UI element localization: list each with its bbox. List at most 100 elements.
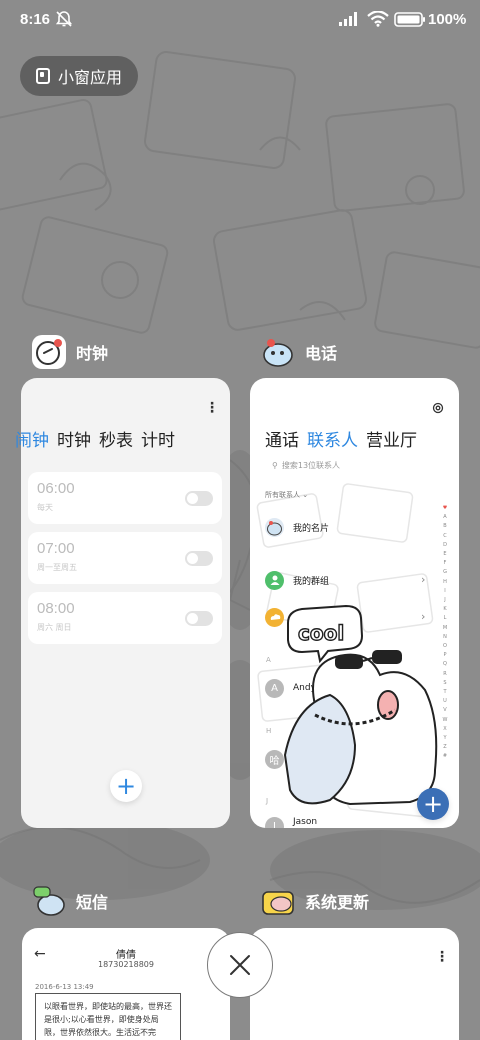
bell-off-icon [55, 11, 73, 27]
sms-app-icon [32, 884, 66, 918]
alphabet-index-letter[interactable]: H [441, 578, 449, 587]
alarm-time: 06:00 [37, 480, 75, 497]
alphabet-index-letter[interactable]: X [441, 725, 449, 734]
alphabet-index-letter[interactable]: Q [441, 660, 449, 669]
update-app-icon [261, 884, 295, 918]
small-window-icon [36, 68, 50, 84]
status-time: 8:16 [20, 11, 51, 28]
alphabet-index-letter[interactable]: M [441, 624, 449, 633]
tab-service-hall[interactable]: 营业厅 [366, 426, 417, 451]
search-icon: ⚲ [272, 461, 278, 470]
alphabet-index[interactable]: ♥ A B C D E F G H I J K L M N O P Q R S T U V W X Y Z # [441, 504, 449, 762]
my-card-avatar [265, 517, 284, 537]
sms-date: 2016-6-13 13:49 [35, 983, 94, 991]
battery-percent: 100% [428, 11, 467, 28]
alphabet-index-letter[interactable]: B [441, 522, 449, 531]
tab-contacts[interactable]: 联系人 [307, 426, 358, 451]
alphabet-index-letter[interactable]: Z [441, 743, 449, 752]
alarm-toggle[interactable] [185, 491, 213, 506]
phone-tabs: 通话 联系人 营业厅 [265, 426, 417, 451]
alarm-toggle[interactable] [185, 611, 213, 626]
groups-row[interactable]: 我的群组 [265, 569, 329, 591]
add-alarm-button[interactable]: + [110, 770, 142, 802]
clock-app-icon [32, 335, 66, 369]
sticker-text: cool [298, 621, 344, 645]
alphabet-index-letter[interactable]: L [441, 614, 449, 623]
alphabet-index-letter[interactable]: W [441, 716, 449, 725]
tab-timer[interactable]: 计时 [141, 426, 175, 451]
chevron-down-icon: ⌄ [302, 491, 309, 499]
alphabet-index-letter[interactable]: Y [441, 734, 449, 743]
alphabet-index-letter[interactable]: C [441, 532, 449, 541]
alarm-item[interactable]: 06:00 每天 [28, 472, 222, 524]
phone-app-header[interactable]: 电话 [261, 335, 337, 369]
close-all-button[interactable] [207, 932, 273, 998]
contact-label: 我的群组 [293, 576, 330, 587]
alphabet-index-letter[interactable]: N [441, 633, 449, 642]
sms-contact-number: 18730218809 [98, 960, 154, 969]
section-letter: J [266, 797, 269, 805]
signal-icon [339, 12, 357, 26]
tab-alarm[interactable]: 闹钟 [15, 426, 49, 451]
tab-clock[interactable]: 时钟 [57, 426, 91, 451]
alarm-time: 08:00 [37, 600, 75, 617]
alarm-time: 07:00 [37, 540, 75, 557]
phone-app-name: 电话 [305, 344, 338, 363]
alphabet-index-letter[interactable]: K [441, 605, 449, 614]
sms-message-bubble: 以眼看世界，即使站的最高，世界还是很小;以心看世界，即使身处局限，世界依然很大。… [35, 993, 181, 1040]
alphabet-index-letter[interactable]: S [441, 679, 449, 688]
tab-calls[interactable]: 通话 [265, 426, 299, 451]
section-letter: H [266, 727, 272, 735]
alarm-item[interactable]: 07:00 周一至周五 [28, 532, 222, 584]
alphabet-index-letter[interactable]: O [441, 642, 449, 651]
alarm-item[interactable]: 08:00 周六 周日 [28, 592, 222, 644]
clock-app-name: 时钟 [76, 344, 109, 363]
battery-icon [394, 12, 425, 27]
add-contact-button[interactable]: + [417, 788, 449, 820]
alphabet-index-letter[interactable]: A [441, 513, 449, 522]
update-app-header[interactable]: 系统更新 [261, 884, 369, 918]
alphabet-index-letter[interactable]: # [441, 752, 449, 761]
alphabet-index-letter[interactable]: E [441, 550, 449, 559]
alphabet-index-letter[interactable]: J [441, 596, 449, 605]
chevron-right-icon: › [421, 573, 426, 586]
alphabet-index-letter[interactable]: V [441, 706, 449, 715]
small-window-label: 小窗应用 [58, 68, 123, 87]
update-app-card[interactable] [250, 928, 459, 1040]
status-bar: 8:16 100% [0, 0, 480, 42]
alphabet-index-letter[interactable]: G [441, 568, 449, 577]
clock-app-header[interactable]: 时钟 [32, 335, 108, 369]
update-app-name: 系统更新 [305, 893, 370, 912]
alarm-toggle[interactable] [185, 551, 213, 566]
contact-label: 我的名片 [293, 523, 330, 534]
phone-app-icon [261, 335, 295, 369]
sms-app-header[interactable]: 短信 [32, 884, 108, 918]
wifi-icon [367, 11, 389, 27]
alarm-repeat: 周一至周五 [37, 563, 77, 572]
group-icon [265, 570, 284, 590]
tab-stopwatch[interactable]: 秒表 [99, 426, 133, 451]
section-letter: A [266, 656, 271, 664]
alphabet-index-letter[interactable]: F [441, 559, 449, 568]
sms-contact-name: 倩倩 [116, 950, 136, 961]
alphabet-index-letter[interactable]: U [441, 697, 449, 706]
alarm-repeat: 每天 [37, 503, 53, 512]
update-menu-icon[interactable]: ⋮ [435, 949, 449, 965]
cool-sticker: cool [283, 605, 438, 806]
alphabet-index-letter[interactable]: T [441, 688, 449, 697]
alarm-repeat: 周六 周日 [37, 623, 72, 632]
alphabet-index-letter[interactable]: P [441, 651, 449, 660]
clock-menu-icon[interactable]: ⋮ [205, 400, 219, 416]
contacts-settings-icon[interactable] [432, 402, 444, 414]
all-contacts-filter[interactable]: 所有联系人 ⌄ [265, 490, 308, 500]
alphabet-index-letter[interactable]: D [441, 541, 449, 550]
small-window-button[interactable]: 小窗应用 [20, 56, 138, 96]
clock-tabs: 闹钟 时钟 秒表 计时 [15, 426, 175, 451]
sms-app-name: 短信 [76, 893, 109, 912]
contacts-search-input[interactable]: ⚲ 搜索13位联系人 [272, 460, 340, 471]
alphabet-index-letter[interactable]: R [441, 670, 449, 679]
alphabet-index-letter[interactable]: I [441, 587, 449, 596]
alphabet-index-letter[interactable]: ♥ [441, 504, 449, 513]
my-card-row[interactable]: 我的名片 [265, 516, 329, 538]
close-icon [230, 955, 250, 975]
